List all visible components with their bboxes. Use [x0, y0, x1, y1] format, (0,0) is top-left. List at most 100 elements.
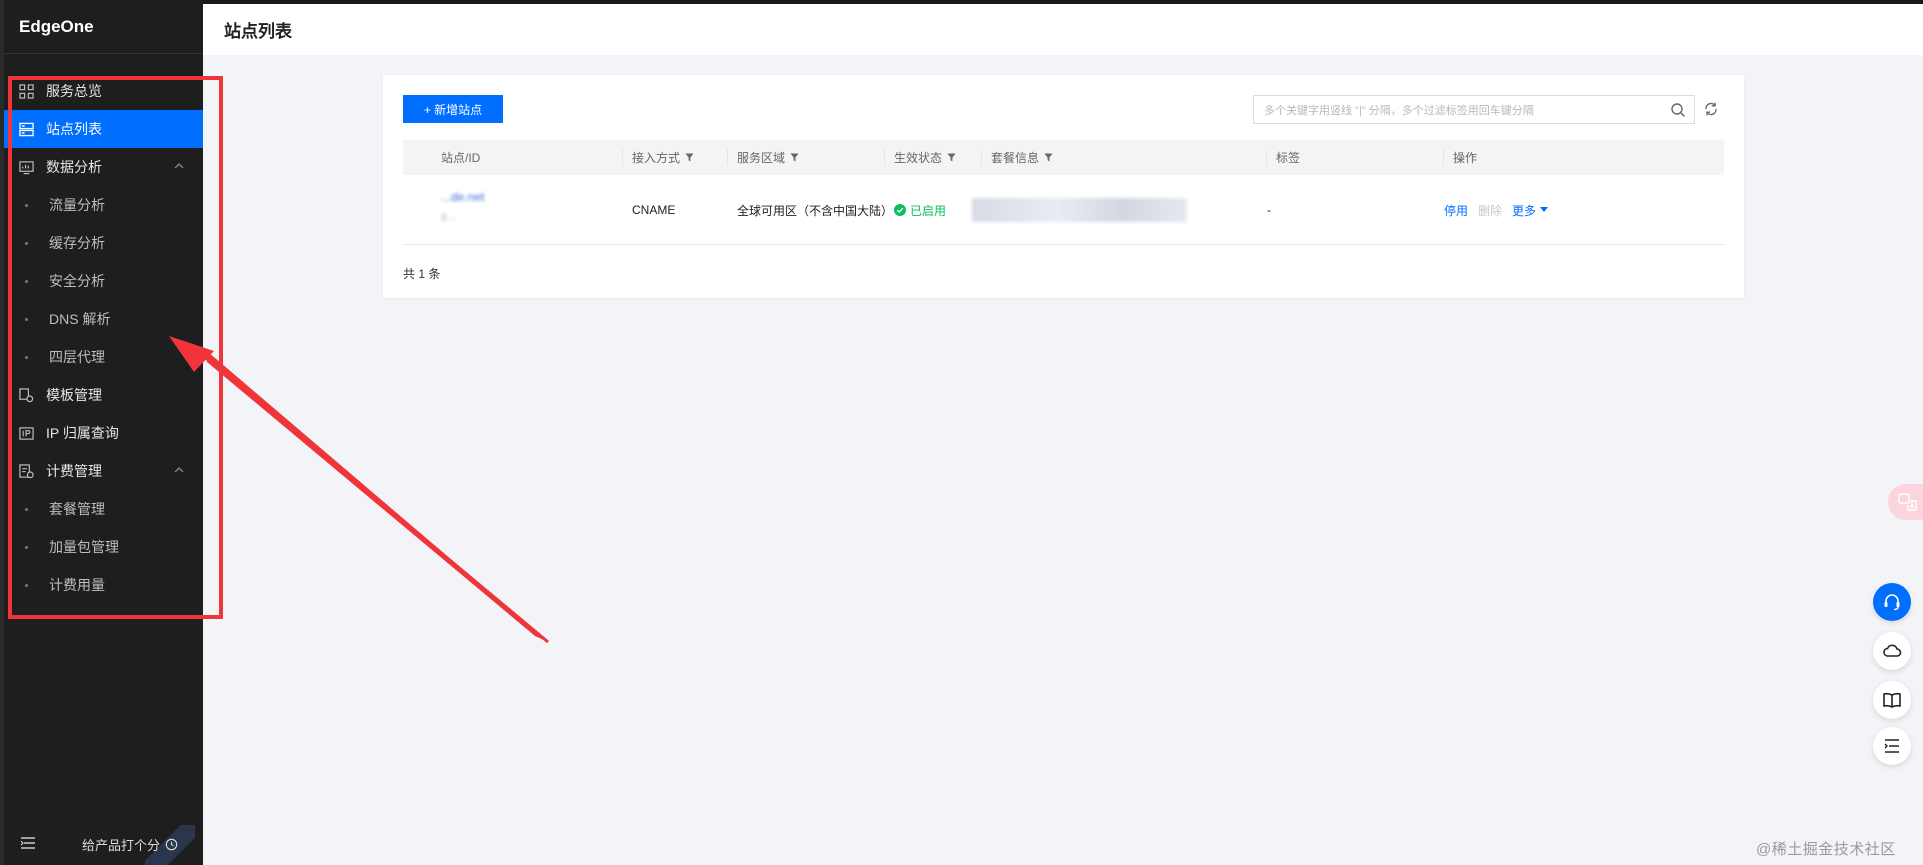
sidebar-item-addon-package[interactable]: 加量包管理 — [4, 528, 203, 566]
sidebar: EdgeOne 服务总览 站点列表 数据分析 流量分析 缓存分析 安全分析 DN… — [0, 0, 203, 865]
customer-service-button[interactable] — [1873, 583, 1911, 621]
sidebar-item-label: 计费管理 — [46, 463, 102, 479]
column-label: 接入方式 — [632, 151, 681, 165]
rate-product-label: 给产品打个分 — [82, 838, 161, 853]
column-status[interactable]: 生效状态 — [884, 140, 981, 175]
column-tags: 标签 — [1266, 140, 1443, 175]
bullet-icon — [25, 203, 28, 207]
sidebar-item-label: IP 归属查询 — [46, 425, 119, 441]
page-title: 站点列表 — [224, 22, 292, 41]
refresh-icon[interactable] — [1703, 101, 1719, 117]
caret-down-icon — [1540, 207, 1549, 212]
sidebar-item-data-analysis[interactable]: 数据分析 — [4, 148, 203, 186]
site-id: z... — [441, 211, 456, 223]
sidebar-item-template-management[interactable]: 模板管理 — [4, 376, 203, 414]
docs-button[interactable] — [1873, 681, 1911, 719]
monitor-chart-icon — [18, 159, 34, 175]
column-label: 操作 — [1453, 151, 1478, 165]
search-input[interactable]: 多个关键字用竖线 "|" 分隔，多个过滤标签用回车键分隔 — [1253, 95, 1695, 124]
bullet-icon — [25, 355, 28, 359]
column-site-id: 站点/ID — [403, 140, 622, 175]
sidebar-item-plan-management[interactable]: 套餐管理 — [4, 490, 203, 528]
bullet-icon — [25, 279, 28, 283]
list-tool-button[interactable] — [1873, 727, 1911, 765]
site-list-card: + 新增站点 多个关键字用竖线 "|" 分隔，多个过滤标签用回车键分隔 站点/I… — [383, 75, 1744, 298]
filter-icon[interactable] — [685, 153, 694, 162]
bullet-icon — [25, 507, 28, 511]
page-header: 站点列表 — [203, 4, 1923, 55]
add-site-button[interactable]: + 新增站点 — [403, 95, 503, 123]
bullet-icon — [25, 317, 28, 321]
sidebar-item-l4-proxy[interactable]: 四层代理 — [4, 338, 203, 376]
sidebar-item-label: 数据分析 — [46, 159, 102, 175]
translate-tab[interactable] — [1888, 484, 1923, 520]
more-dropdown[interactable]: 更多 — [1512, 202, 1549, 219]
chevron-up-icon[interactable] — [173, 464, 185, 476]
site-name-link[interactable]: ...de.net — [441, 190, 484, 204]
delete-button[interactable]: 删除 — [1478, 202, 1502, 219]
sidebar-item-label: 服务总览 — [46, 83, 102, 99]
column-access[interactable]: 接入方式 — [622, 140, 727, 175]
bullet-icon — [25, 241, 28, 245]
chevron-up-icon[interactable] — [173, 160, 185, 172]
bullet-icon — [25, 545, 28, 549]
disable-button[interactable]: 停用 — [1444, 202, 1468, 219]
sidebar-item-dns[interactable]: DNS 解析 — [4, 300, 203, 338]
filter-icon[interactable] — [790, 153, 799, 162]
sidebar-item-label: DNS 解析 — [49, 311, 111, 327]
list-icon — [1884, 739, 1899, 753]
sidebar-item-label: 计费用量 — [49, 577, 105, 593]
sidebar-item-label: 模板管理 — [46, 387, 102, 403]
plan-cell — [972, 175, 1187, 245]
plan-info-redacted — [972, 198, 1187, 222]
sidebar-item-label: 安全分析 — [49, 273, 105, 289]
clock-icon — [165, 838, 178, 851]
tags-cell: - — [1267, 203, 1271, 217]
brand-logo: EdgeOne — [4, 0, 203, 54]
headset-icon — [1884, 594, 1900, 611]
filter-icon[interactable] — [947, 153, 956, 162]
search-placeholder: 多个关键字用竖线 "|" 分隔，多个过滤标签用回车键分隔 — [1264, 104, 1534, 117]
sidebar-item-cache-analysis[interactable]: 缓存分析 — [4, 224, 203, 262]
sidebar-nav: 服务总览 站点列表 数据分析 流量分析 缓存分析 安全分析 DNS 解析 四层代… — [4, 72, 203, 604]
ip-icon — [18, 425, 34, 441]
region-cell: 全球可用区（不含中国大陆） — [737, 203, 894, 218]
book-icon — [1883, 692, 1901, 708]
column-plan[interactable]: 套餐信息 — [981, 140, 1266, 175]
rate-product-button[interactable]: 给产品打个分 — [82, 835, 178, 854]
sidebar-item-billing-management[interactable]: 计费管理 — [4, 452, 203, 490]
watermark: @稀土掘金技术社区 — [1756, 841, 1896, 858]
sidebar-item-label: 流量分析 — [49, 197, 105, 213]
sidebar-footer: 给产品打个分 — [4, 821, 203, 865]
sidebar-item-site-list[interactable]: 站点列表 — [4, 110, 203, 148]
column-label: 服务区域 — [737, 151, 786, 165]
table-row: ...de.net z... CNAME 全球可用区（不含中国大陆） 已启用 -… — [403, 175, 1724, 245]
sidebar-item-label: 套餐管理 — [49, 501, 105, 517]
column-ops: 操作 — [1443, 140, 1724, 175]
search-icon[interactable] — [1670, 102, 1686, 118]
sidebar-item-ip-lookup[interactable]: IP 归属查询 — [4, 414, 203, 452]
sidebar-item-traffic-analysis[interactable]: 流量分析 — [4, 186, 203, 224]
translate-icon — [1898, 493, 1917, 511]
cloud-icon — [1883, 644, 1902, 657]
filter-icon[interactable] — [1044, 153, 1053, 162]
status-cell: 已启用 — [894, 175, 946, 245]
ops-cell: 停用 删除 更多 — [1444, 175, 1549, 245]
check-circle-icon — [894, 204, 906, 216]
column-region[interactable]: 服务区域 — [727, 140, 884, 175]
collapse-menu-icon[interactable] — [20, 836, 36, 850]
access-cell: CNAME — [632, 203, 676, 217]
column-label: 站点/ID — [441, 151, 481, 165]
sidebar-item-label: 加量包管理 — [49, 539, 119, 555]
status-label: 已启用 — [910, 203, 947, 218]
cloud-tool-button[interactable] — [1873, 632, 1911, 670]
status-badge: 已启用 — [894, 202, 946, 219]
sidebar-item-service-overview[interactable]: 服务总览 — [4, 72, 203, 110]
server-list-icon — [18, 121, 34, 137]
sidebar-item-billing-usage[interactable]: 计费用量 — [4, 566, 203, 604]
bullet-icon — [25, 583, 28, 587]
grid-icon — [18, 83, 34, 99]
sidebar-item-security-analysis[interactable]: 安全分析 — [4, 262, 203, 300]
sidebar-item-label: 缓存分析 — [49, 235, 105, 251]
site-cell: ...de.net z... — [403, 175, 622, 245]
